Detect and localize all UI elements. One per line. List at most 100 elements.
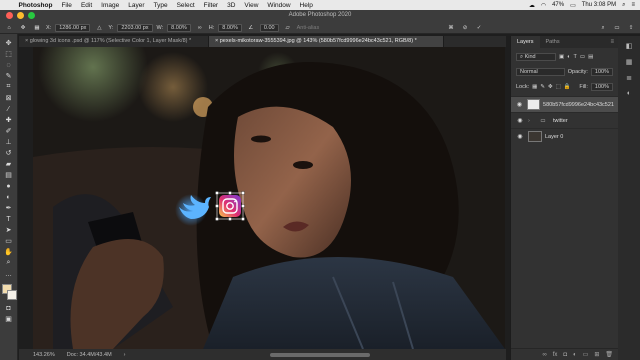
screen-mode-icon[interactable]: ▣: [2, 314, 16, 324]
angle-field[interactable]: 0.00: [259, 24, 279, 32]
hand-tool-icon[interactable]: ✋: [2, 247, 16, 257]
menu-edit[interactable]: Edit: [76, 2, 96, 9]
tab-close-icon[interactable]: ×: [215, 38, 218, 44]
link-icon[interactable]: ∞: [195, 25, 205, 31]
filter-pixel-icon[interactable]: ▣: [559, 54, 564, 60]
horizontal-scrollbar[interactable]: [270, 353, 370, 357]
blur-tool-icon[interactable]: ●: [2, 181, 16, 191]
menu-view[interactable]: View: [240, 2, 263, 9]
menu-window[interactable]: Window: [263, 2, 295, 9]
layer-row[interactable]: ◉ Layer 0: [511, 128, 618, 144]
layer-row[interactable]: ◉ 580b57fcd9996e24bc43c521: [511, 96, 618, 112]
visibility-eye-icon[interactable]: ◉: [515, 117, 525, 124]
properties-panel-icon[interactable]: ≣: [626, 74, 632, 82]
visibility-eye-icon[interactable]: ◉: [515, 133, 525, 140]
filter-adjust-icon[interactable]: ◐: [567, 54, 570, 60]
quick-mask-icon[interactable]: ◘: [2, 303, 16, 313]
cancel-transform-icon[interactable]: ⊘: [460, 25, 470, 31]
eraser-tool-icon[interactable]: ▰: [2, 159, 16, 169]
add-mask-icon[interactable]: ◘: [563, 352, 567, 358]
color-panel-icon[interactable]: ◧: [626, 42, 633, 50]
width-field[interactable]: 8.00%: [167, 24, 191, 32]
warp-icon[interactable]: ⌘: [446, 25, 456, 31]
filter-type-icon[interactable]: T: [574, 54, 577, 60]
reference-point-icon[interactable]: ▦: [32, 25, 42, 31]
filter-shape-icon[interactable]: ▭: [580, 54, 585, 60]
history-brush-tool-icon[interactable]: ↺: [2, 148, 16, 158]
battery-icon[interactable]: ▭: [570, 2, 576, 9]
wifi-icon[interactable]: ◠: [541, 2, 546, 9]
link-layers-icon[interactable]: ∞: [542, 352, 546, 358]
healing-brush-tool-icon[interactable]: ✚: [2, 115, 16, 125]
crop-tool-icon[interactable]: ⌗: [2, 82, 16, 92]
menu-photoshop[interactable]: Photoshop: [14, 2, 57, 9]
frame-tool-icon[interactable]: ⊠: [2, 93, 16, 103]
more-tools-icon[interactable]: …: [2, 269, 16, 279]
background-color-swatch[interactable]: [6, 290, 17, 300]
pen-tool-icon[interactable]: ✒: [2, 203, 16, 213]
move-tool-preset-icon[interactable]: ✥: [18, 25, 28, 31]
panel-menu-icon[interactable]: ≡: [610, 39, 618, 45]
zoom-level[interactable]: 143.26%: [33, 352, 55, 358]
zoom-tool-icon[interactable]: ⌕: [2, 258, 16, 268]
menu-3d[interactable]: 3D: [223, 2, 240, 9]
layer-row[interactable]: ◉ › ▭ twitter: [511, 112, 618, 128]
menu-help[interactable]: Help: [295, 2, 317, 9]
clock[interactable]: Thu 3:08 PM: [582, 2, 616, 8]
lock-artboard-icon[interactable]: ⬚: [556, 84, 561, 90]
eyedropper-tool-icon[interactable]: ⁄: [2, 104, 16, 114]
share-icon[interactable]: ⇪: [626, 25, 636, 31]
menu-filter[interactable]: Filter: [199, 2, 222, 9]
rectangle-tool-icon[interactable]: ▭: [2, 236, 16, 246]
adjustments-panel-icon[interactable]: ◐: [627, 90, 631, 97]
dodge-tool-icon[interactable]: ◐: [2, 192, 16, 202]
marquee-tool-icon[interactable]: ⬚: [2, 49, 16, 59]
menu-type[interactable]: Type: [149, 2, 172, 9]
expand-chevron-icon[interactable]: ›: [528, 118, 533, 124]
tab-paths[interactable]: Paths: [540, 36, 566, 48]
home-icon[interactable]: ⌂: [4, 25, 14, 31]
delta-icon[interactable]: △: [94, 25, 104, 31]
lock-move-icon[interactable]: ✥: [548, 84, 553, 90]
menu-image[interactable]: Image: [97, 2, 124, 9]
type-tool-icon[interactable]: T: [2, 214, 16, 224]
layer-style-icon[interactable]: fx: [553, 352, 558, 358]
move-tool-icon[interactable]: ✥: [2, 38, 16, 48]
opacity-field[interactable]: 100%: [590, 68, 613, 76]
commit-transform-icon[interactable]: ✓: [474, 25, 484, 31]
swatches-panel-icon[interactable]: ▦: [626, 58, 633, 66]
lock-paint-icon[interactable]: ✎: [540, 84, 545, 90]
doc-size[interactable]: Doc: 34.4M/43.4M: [67, 352, 112, 358]
gradient-tool-icon[interactable]: ▤: [2, 170, 16, 180]
workspace-icon[interactable]: ▭: [612, 25, 622, 31]
fill-field[interactable]: 100%: [590, 83, 613, 91]
visibility-eye-icon[interactable]: ◉: [515, 101, 524, 108]
y-position-field[interactable]: 2203.00 px: [117, 24, 153, 32]
tab-close-icon[interactable]: ×: [25, 38, 28, 44]
spotlight-icon[interactable]: ⌕: [622, 2, 625, 9]
path-selection-tool-icon[interactable]: ➤: [2, 225, 16, 235]
interpolation-label[interactable]: Anti-alias: [297, 25, 320, 31]
clone-stamp-tool-icon[interactable]: ⊥: [2, 137, 16, 147]
blend-mode-select[interactable]: Normal: [516, 68, 565, 76]
lock-pixels-icon[interactable]: ▦: [532, 84, 537, 90]
menu-layer[interactable]: Layer: [124, 2, 149, 9]
lasso-tool-icon[interactable]: ◌: [2, 60, 16, 70]
brush-tool-icon[interactable]: ✐: [2, 126, 16, 136]
new-layer-icon[interactable]: ⊞: [594, 351, 599, 358]
new-group-icon[interactable]: ▭: [583, 351, 589, 358]
quick-select-tool-icon[interactable]: ✎: [2, 71, 16, 81]
menu-select[interactable]: Select: [172, 2, 199, 9]
adjustment-layer-icon[interactable]: ◐: [573, 352, 577, 358]
tab-pexels-photo[interactable]: × pexels-mikotoraw-3555394.jpg @ 143% (5…: [209, 36, 444, 47]
battery-percent[interactable]: 47%: [552, 2, 564, 8]
delete-layer-icon[interactable]: 🗑: [605, 351, 613, 358]
creative-cloud-icon[interactable]: ☁: [529, 2, 535, 9]
search-icon[interactable]: ⌕: [598, 25, 608, 32]
document-canvas[interactable]: [33, 47, 505, 349]
x-position-field[interactable]: 1286.00 px: [55, 24, 91, 32]
filter-smart-icon[interactable]: ▤: [588, 54, 593, 60]
lock-all-icon[interactable]: 🔒: [564, 84, 571, 90]
menu-file[interactable]: File: [57, 2, 76, 9]
kind-filter-select[interactable]: ⌕ Kind: [516, 53, 556, 61]
